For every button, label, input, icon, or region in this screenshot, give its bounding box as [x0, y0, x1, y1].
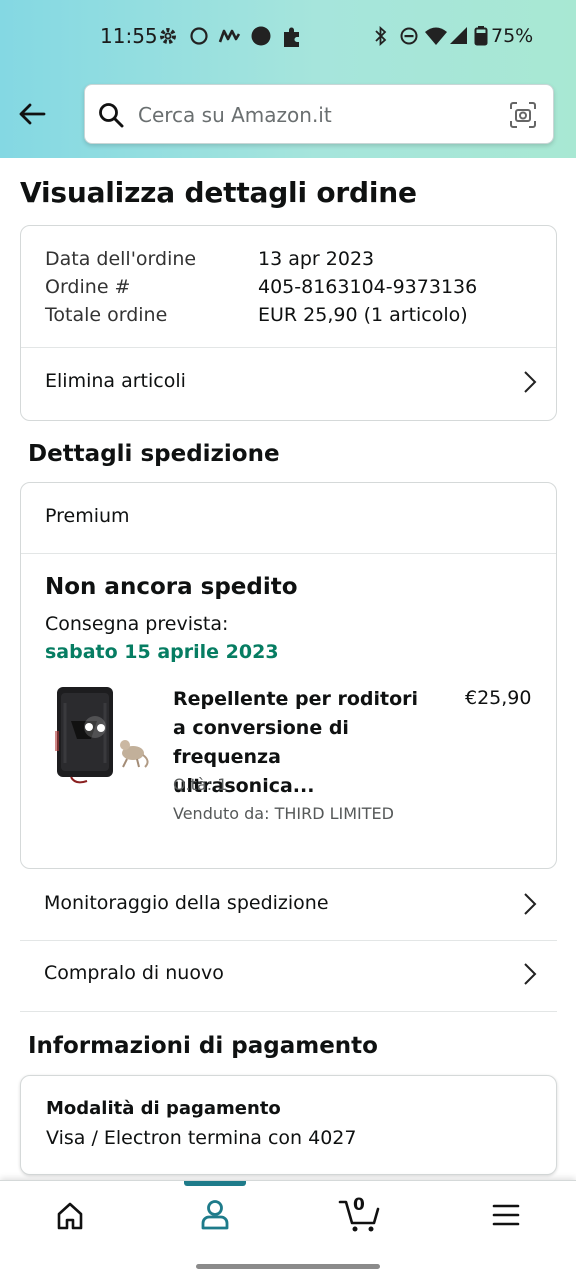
payment-method-value: Visa / Electron termina con 4027	[46, 1127, 357, 1149]
buy-again-label: Compralo di nuovo	[44, 962, 224, 984]
order-total-value: EUR 25,90 (1 articolo)	[258, 304, 468, 326]
order-summary-card: Data dell'ordine 13 apr 2023 Ordine # 40…	[20, 225, 557, 421]
user-icon	[201, 1200, 229, 1230]
page-title: Visualizza dettagli ordine	[20, 176, 417, 209]
product-price: €25,90	[465, 687, 532, 709]
delete-items-label: Elimina articoli	[45, 370, 186, 392]
nav-cart[interactable]: 0	[310, 1181, 410, 1249]
order-date-value: 13 apr 2023	[258, 248, 375, 270]
status-time: 11:55	[100, 24, 158, 48]
payment-method-title: Modalità di pagamento	[46, 1098, 281, 1119]
cart-count-badge: 0	[353, 1195, 365, 1215]
search-icon	[99, 103, 124, 128]
settings-icon	[160, 28, 176, 44]
order-total-label: Totale ordine	[45, 304, 168, 326]
delivery-eta-date: sabato 15 aprile 2023	[45, 641, 279, 663]
payment-section-title: Informazioni di pagamento	[28, 1033, 378, 1059]
search-bar[interactable]: Cerca su Amazon.it	[84, 84, 554, 144]
battery-percent: 75%	[491, 25, 534, 47]
bluetooth-icon	[375, 26, 387, 46]
gesture-handle[interactable]	[196, 1264, 380, 1269]
signal-icon	[450, 27, 467, 44]
camera-scan-icon[interactable]	[509, 101, 537, 129]
back-arrow-icon[interactable]	[16, 98, 48, 130]
track-shipment-label: Monitoraggio della spedizione	[44, 892, 329, 914]
chevron-right-icon	[524, 371, 537, 393]
shipping-section-title: Dettagli spedizione	[28, 441, 280, 467]
wifi-icon	[425, 27, 447, 45]
battery-icon	[474, 26, 488, 46]
hamburger-menu-icon	[492, 1204, 520, 1226]
shipment-status: Non ancora spedito	[45, 574, 298, 600]
shipment-card: Premium Non ancora spedito Consegna prev…	[20, 482, 557, 869]
m-logo-icon	[218, 29, 241, 43]
product-thumbnail[interactable]	[51, 681, 155, 791]
search-placeholder: Cerca su Amazon.it	[138, 103, 332, 127]
chevron-right-icon	[524, 893, 537, 915]
shipping-tier: Premium	[45, 505, 130, 527]
bottom-nav: 0	[0, 1180, 576, 1248]
nav-home[interactable]	[20, 1181, 120, 1249]
track-shipment-row[interactable]: Monitoraggio della spedizione	[20, 870, 557, 940]
circle-outline-icon	[190, 27, 208, 45]
divider	[20, 1011, 557, 1012]
nav-menu[interactable]	[455, 1181, 555, 1249]
payment-card[interactable]: Modalità di pagamento Visa / Electron te…	[20, 1075, 557, 1175]
order-number-value: 405-8163104-9373136	[258, 276, 478, 298]
product-seller: Venduto da: THIRD LIMITED	[173, 804, 394, 823]
nav-account[interactable]	[165, 1181, 265, 1249]
buy-again-row[interactable]: Compralo di nuovo	[20, 941, 557, 1011]
home-icon	[57, 1202, 83, 1230]
chevron-right-icon	[524, 963, 537, 985]
dnd-icon	[400, 27, 418, 45]
order-date-label: Data dell'ordine	[45, 248, 197, 270]
delivery-eta-label: Consegna prevista:	[45, 613, 229, 635]
header: 11:55 75% Cerca su Amazon.it	[0, 0, 576, 158]
system-nav-bar	[0, 1248, 576, 1280]
product-quantity: Q.tà: 1	[173, 775, 228, 794]
filled-circle-icon	[251, 26, 271, 46]
delete-items-row[interactable]: Elimina articoli	[21, 348, 556, 420]
divider	[21, 553, 556, 554]
status-bar: 11:55 75%	[0, 0, 576, 74]
order-number-label: Ordine #	[45, 276, 131, 298]
puzzle-icon	[284, 27, 299, 47]
